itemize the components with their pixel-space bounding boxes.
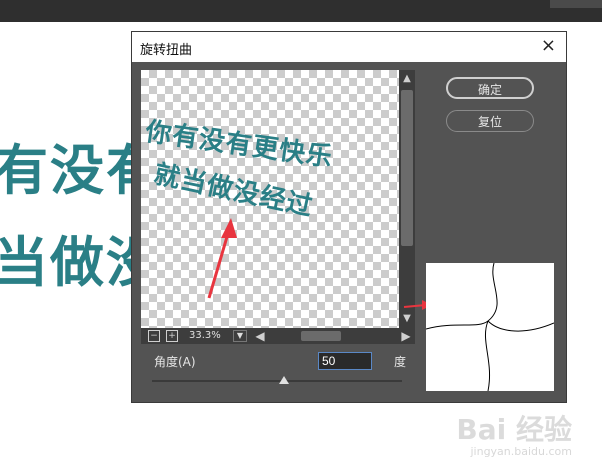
dialog-title: 旋转扭曲 — [140, 43, 193, 58]
twirl-curve-preview — [425, 262, 555, 392]
preview-area[interactable]: 你有没有更快乐 就当做没经过 — [141, 70, 399, 328]
zoom-in-icon[interactable]: + — [166, 330, 178, 342]
vertical-scroll-thumb[interactable] — [401, 90, 413, 246]
angle-slider-thumb[interactable] — [279, 376, 289, 384]
watermark-url: jingyan.baidu.com — [470, 445, 572, 458]
zoom-out-icon[interactable]: − — [148, 330, 160, 342]
top-bar-right-block — [550, 0, 602, 8]
twirl-curve-icon — [425, 262, 555, 392]
reset-button[interactable]: 复位 — [446, 110, 534, 132]
scroll-up-icon[interactable]: ▲ — [401, 73, 413, 85]
angle-label: 角度(A) — [154, 355, 196, 369]
dialog-titlebar: 旋转扭曲 × — [132, 32, 566, 62]
scroll-left-icon[interactable]: ◀ — [253, 328, 267, 344]
annotation-arrow-icon — [207, 218, 237, 299]
angle-unit-label: 度 — [394, 355, 407, 369]
twirl-dialog: 旋转扭曲 × 你有没有更快乐 就当做没经过 ▲ ▼ − + 33.3% ▼ ◀ … — [131, 31, 567, 403]
close-icon[interactable]: × — [541, 36, 556, 56]
watermark-logo: Bai 经验 — [456, 413, 572, 446]
preview-vertical-scrollbar[interactable]: ▲ ▼ — [399, 70, 415, 328]
scroll-right-icon[interactable]: ▶ — [399, 328, 413, 344]
app-top-bar — [0, 0, 602, 22]
horizontal-scroll-thumb[interactable] — [301, 331, 341, 341]
ok-button[interactable]: 确定 — [446, 77, 534, 99]
angle-input[interactable] — [318, 352, 372, 370]
preview-bottom-bar: − + 33.3% ▼ ◀ ▶ — [141, 328, 415, 344]
zoom-level: 33.3% — [189, 330, 221, 341]
angle-slider-track[interactable] — [152, 380, 402, 382]
chevron-down-icon[interactable]: ▼ — [233, 330, 247, 342]
